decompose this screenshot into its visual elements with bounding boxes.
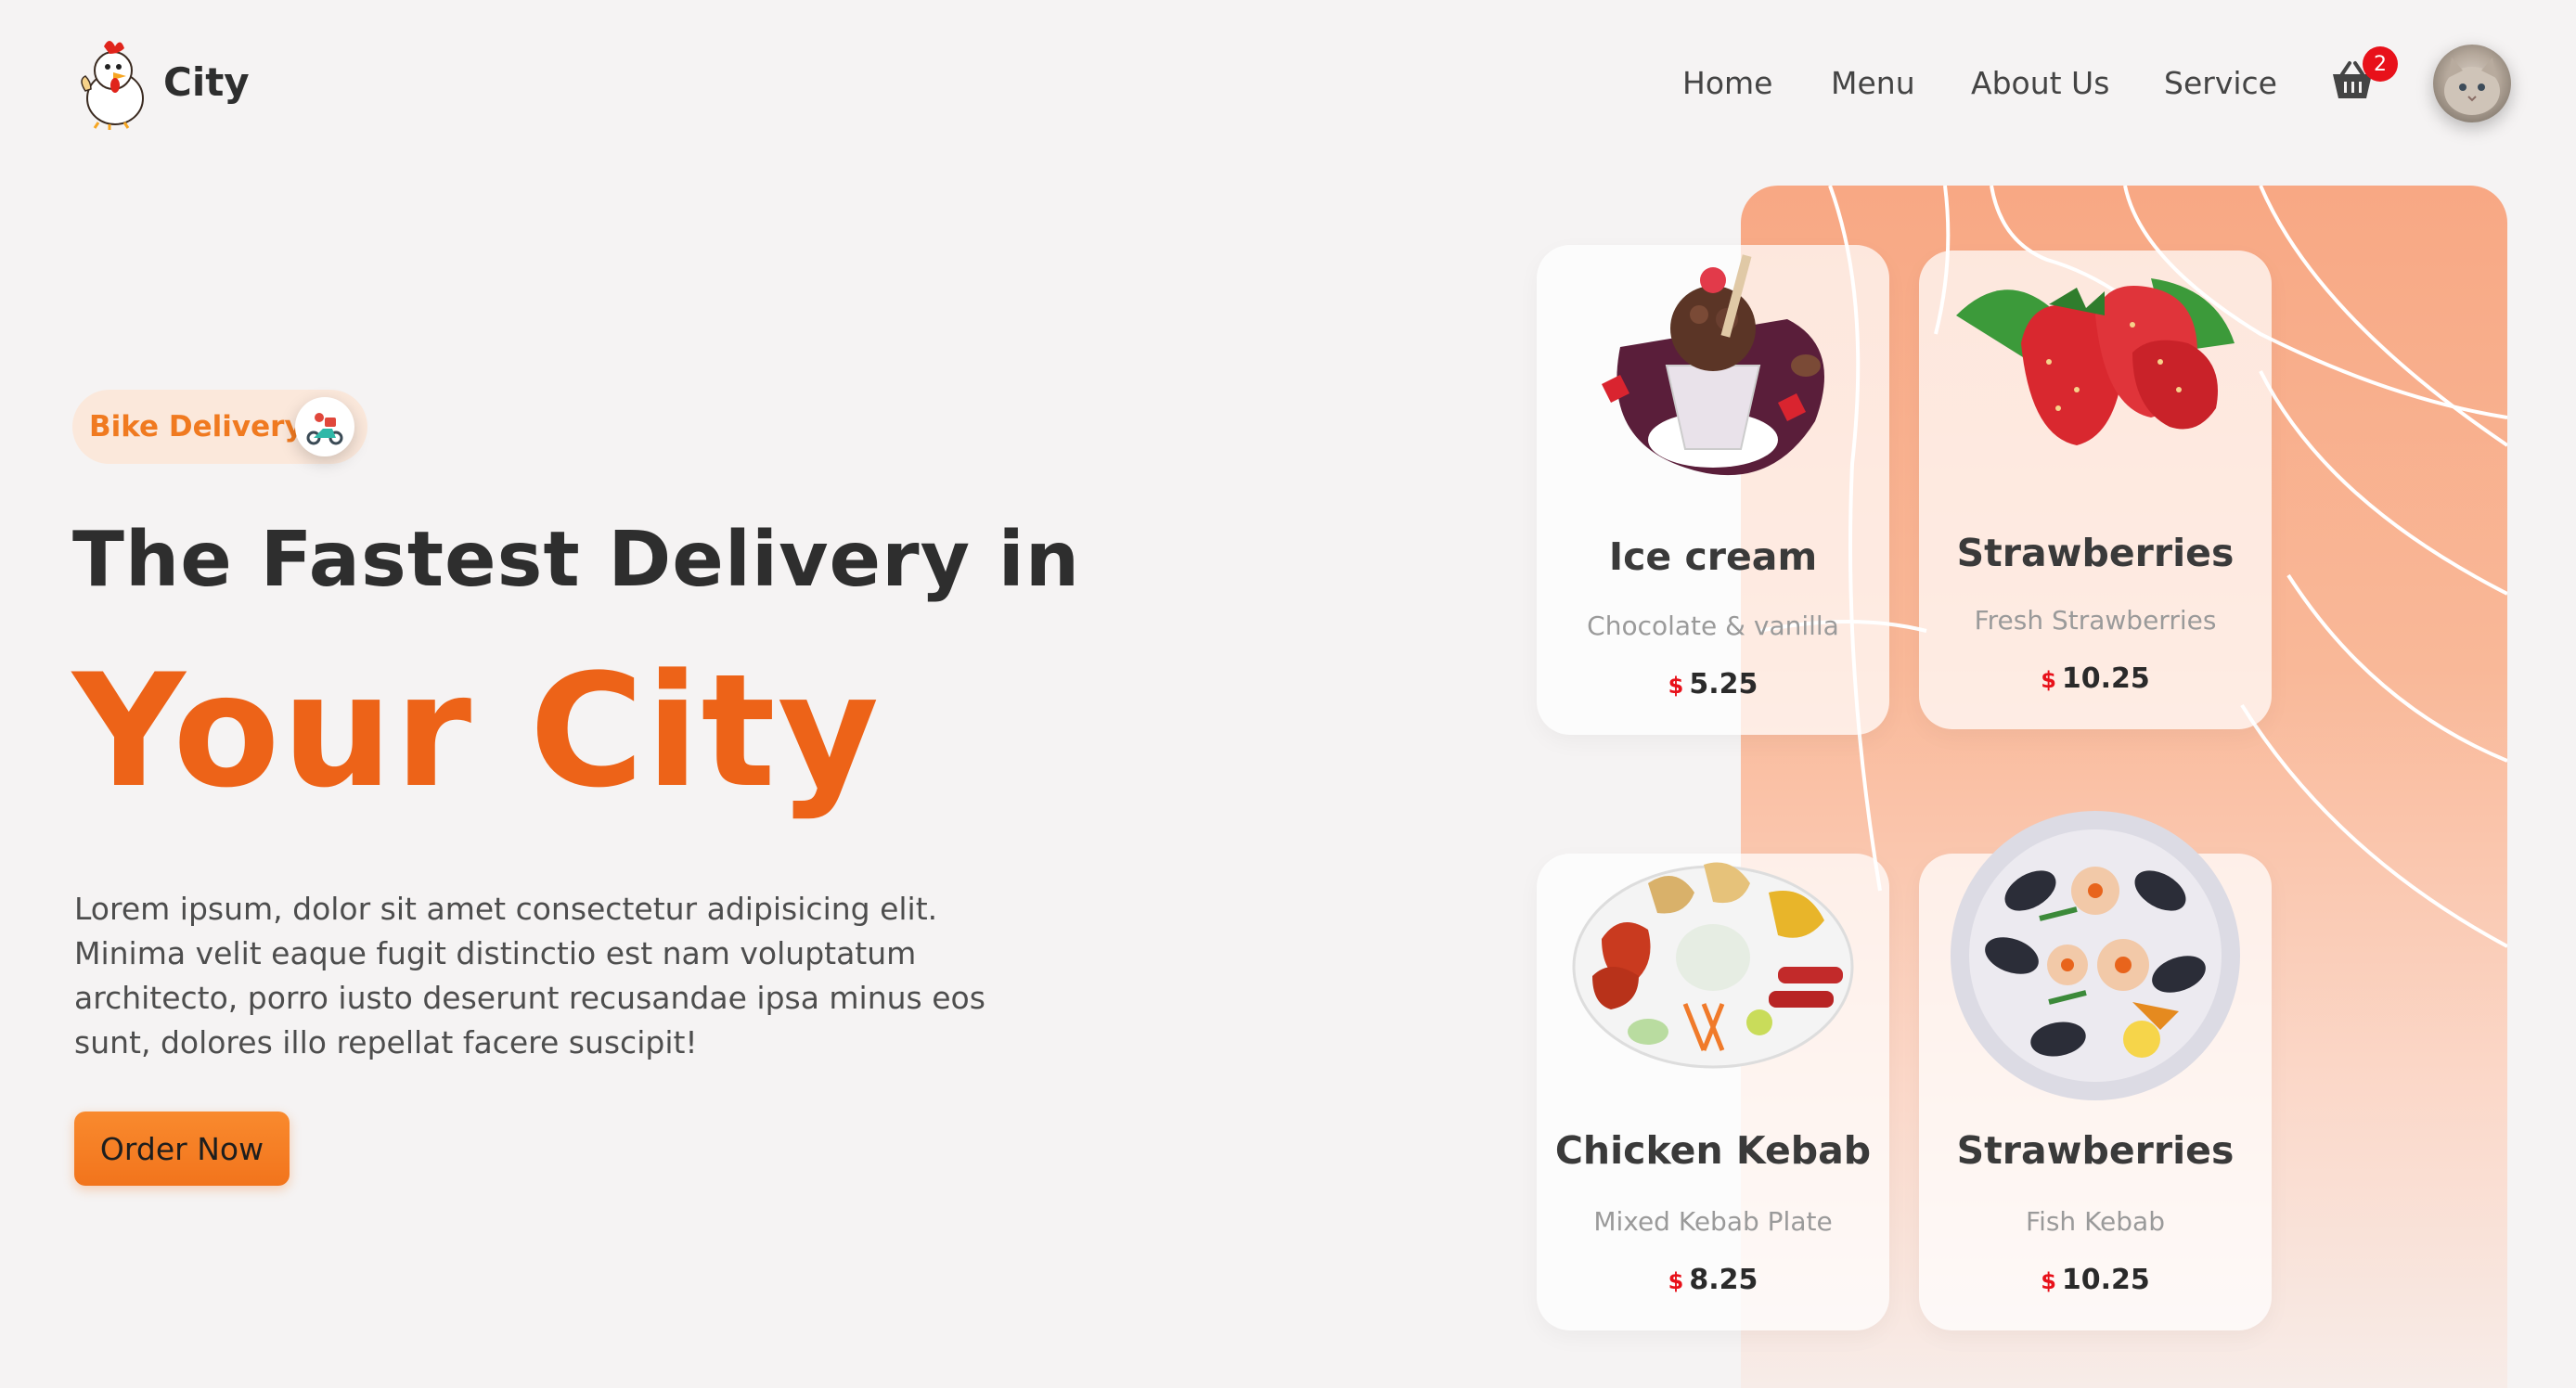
card-title: Chicken Kebab bbox=[1554, 1128, 1872, 1173]
card-price: $10.25 bbox=[1919, 662, 2272, 695]
hero-description: Lorem ipsum, dolor sit amet consectetur … bbox=[74, 891, 985, 1060]
menu-card-strawberries[interactable]: Strawberries Fresh Strawberries $10.25 bbox=[1919, 251, 2272, 729]
currency-symbol: $ bbox=[1668, 1268, 1684, 1294]
cat-avatar-icon bbox=[2444, 58, 2500, 115]
chicken-logo-icon bbox=[81, 41, 144, 130]
card-subtitle: Fresh Strawberries bbox=[1974, 605, 2217, 636]
bike-delivery-badge: Bike Delivery bbox=[72, 390, 367, 464]
menu-card-fish-kebab[interactable]: Strawberries Fish Kebab $10.25 bbox=[1919, 811, 2272, 1330]
header: City Home Menu About Us Service 2 bbox=[0, 0, 2576, 167]
card-subtitle: Mixed Kebab Plate bbox=[1593, 1206, 1833, 1237]
scooter-icon-wrap bbox=[295, 397, 354, 456]
card-subtitle: Fish Kebab bbox=[2026, 1206, 2165, 1237]
card-price: $5.25 bbox=[1537, 668, 1889, 700]
price-value: 5.25 bbox=[1689, 668, 1758, 700]
card-price: $10.25 bbox=[1919, 1264, 2272, 1296]
ice-cream-image bbox=[1602, 254, 1824, 476]
strawberries-image bbox=[1956, 278, 2235, 445]
card-title: Strawberries bbox=[1956, 531, 2235, 575]
hero-title: The Fastest Delivery in bbox=[72, 516, 1081, 604]
menu-card-chicken-kebab[interactable]: Chicken Kebab Mixed Kebab Plate $8.25 bbox=[1537, 854, 1889, 1330]
price-value: 8.25 bbox=[1689, 1264, 1758, 1296]
bike-delivery-label: Bike Delivery bbox=[89, 410, 303, 443]
nav-about-us[interactable]: About Us bbox=[1971, 65, 2109, 101]
card-subtitle: Chocolate & vanilla bbox=[1587, 610, 1839, 641]
seafood-plate-image bbox=[1951, 811, 2240, 1100]
cart-count-badge: 2 bbox=[2363, 46, 2398, 82]
order-now-button[interactable]: Order Now bbox=[74, 1112, 290, 1186]
currency-symbol: $ bbox=[2041, 667, 2056, 693]
card-title: Strawberries bbox=[1956, 1128, 2235, 1173]
scooter-icon bbox=[306, 413, 343, 445]
brand-logo[interactable]: City bbox=[72, 33, 250, 130]
hero-highlight: Your City bbox=[72, 640, 882, 822]
price-value: 10.25 bbox=[2061, 1264, 2150, 1296]
card-price: $8.25 bbox=[1537, 1264, 1889, 1296]
price-value: 10.25 bbox=[2061, 662, 2150, 695]
menu-card-ice-cream[interactable]: Ice cream Chocolate & vanilla $5.25 bbox=[1537, 245, 1889, 735]
kebab-plate-image bbox=[1572, 862, 1854, 1069]
avatar-image[interactable] bbox=[2433, 45, 2511, 122]
card-title: Ice cream bbox=[1608, 534, 1818, 579]
nav-home[interactable]: Home bbox=[1682, 65, 1772, 101]
brand-name: City bbox=[163, 58, 250, 105]
nav-service[interactable]: Service bbox=[2164, 65, 2277, 101]
currency-symbol: $ bbox=[1668, 673, 1684, 699]
nav-menu[interactable]: Menu bbox=[1831, 65, 1915, 101]
currency-symbol: $ bbox=[2041, 1268, 2056, 1294]
